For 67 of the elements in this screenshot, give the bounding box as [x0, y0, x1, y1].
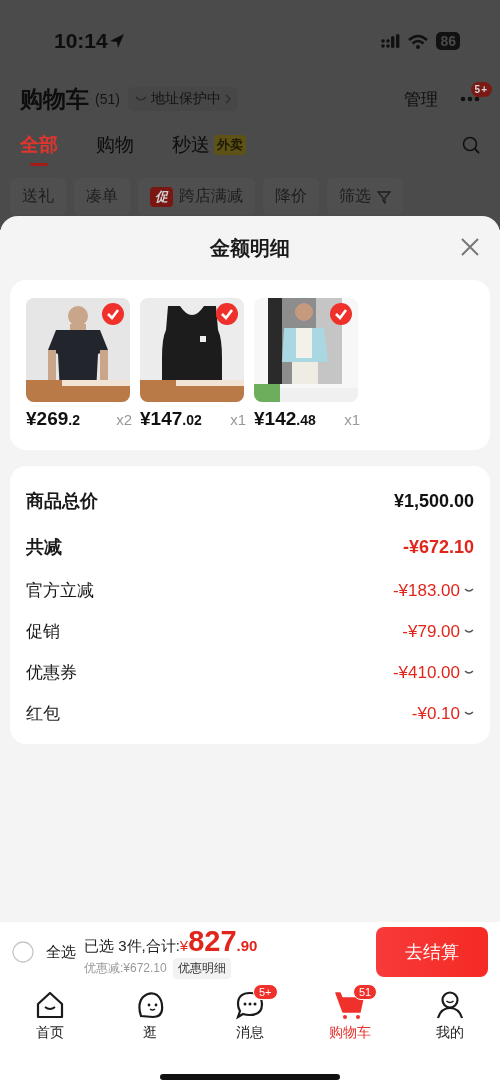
- total-price: 827: [188, 925, 237, 956]
- total-decimal: .90: [236, 936, 258, 954]
- chevron-down-icon[interactable]: [464, 628, 474, 635]
- nav-tab[interactable]: 逛: [100, 982, 200, 1050]
- summary-label: 优惠券: [26, 662, 77, 684]
- cart-tab[interactable]: 秒送: [172, 123, 210, 167]
- summary-label: 官方立减: [26, 580, 94, 602]
- summary-amount: -¥183.00: [392, 580, 460, 601]
- chevron-down-icon[interactable]: [464, 669, 474, 676]
- product-quantity: x1: [344, 411, 360, 428]
- nav-tab[interactable]: 5+ 消息: [200, 982, 300, 1050]
- promo-badge: 促: [150, 186, 173, 207]
- close-icon: [460, 237, 480, 257]
- product-price: ¥142: [254, 408, 297, 430]
- close-button[interactable]: [460, 237, 480, 257]
- home-icon: [35, 990, 65, 1020]
- select-all-label[interactable]: 全选: [46, 942, 76, 962]
- count-badge: 5+: [253, 984, 278, 1000]
- summary-amount: -¥410.00: [392, 662, 460, 683]
- summary-label: 商品总价: [26, 490, 98, 513]
- manage-button[interactable]: 管理: [404, 87, 438, 111]
- page-title: 购物车: [20, 84, 89, 114]
- notification-badge: 5+: [470, 82, 492, 97]
- nav-tab[interactable]: 我的: [400, 982, 500, 1050]
- person-icon: [435, 990, 465, 1020]
- search-icon[interactable]: [462, 136, 480, 154]
- more-icon[interactable]: [460, 96, 480, 102]
- cart-tab[interactable]: 全部: [20, 123, 58, 167]
- price-decimal: .2: [68, 412, 80, 428]
- summary-label: 促销: [26, 621, 60, 643]
- checked-icon[interactable]: [216, 303, 238, 325]
- cart-tab[interactable]: 购物: [96, 123, 134, 167]
- price-decimal: .02: [182, 412, 202, 428]
- face-icon: [135, 990, 165, 1020]
- discount-details-button[interactable]: 优惠明细: [172, 957, 231, 979]
- status-time: 10:14: [54, 29, 108, 53]
- checked-icon[interactable]: [330, 303, 352, 325]
- chevron-right-icon: [223, 93, 232, 105]
- summary-label: 共减: [26, 536, 62, 559]
- checkout-button[interactable]: 去结算: [376, 927, 488, 977]
- chevron-down-icon[interactable]: [464, 710, 474, 717]
- product-quantity: x2: [116, 411, 132, 428]
- battery-level: 86: [436, 32, 460, 50]
- nav-tab[interactable]: 首页: [0, 982, 100, 1050]
- checked-icon[interactable]: [102, 303, 124, 325]
- selected-summary: 已选 3件,合计:: [84, 936, 180, 956]
- delivery-badge: 外卖: [214, 135, 246, 155]
- summary-amount: -¥672.10: [402, 536, 474, 558]
- select-all-radio[interactable]: [12, 941, 34, 963]
- wifi-icon: [408, 33, 429, 49]
- smile-icon: [133, 94, 148, 104]
- currency-sign: ¥: [179, 936, 189, 954]
- price-decimal: .48: [296, 412, 316, 428]
- summary-amount: -¥0.10: [411, 703, 460, 724]
- nav-tab[interactable]: 51 购物车: [300, 982, 400, 1050]
- product-quantity: x1: [230, 411, 246, 428]
- filter-icon: [377, 189, 391, 204]
- product-price: ¥147: [140, 408, 183, 430]
- summary-label: 红包: [26, 703, 60, 725]
- count-badge: 51: [353, 984, 378, 1000]
- summary-amount: ¥1,500.00: [393, 490, 474, 512]
- sheet-title: 金额明细: [210, 235, 290, 261]
- signal-icon: [381, 33, 401, 49]
- product-price: ¥269: [26, 408, 69, 430]
- chevron-down-icon[interactable]: [464, 587, 474, 594]
- saving-amount: 优惠减:¥672.10: [84, 959, 167, 977]
- summary-amount: -¥79.00: [402, 621, 460, 642]
